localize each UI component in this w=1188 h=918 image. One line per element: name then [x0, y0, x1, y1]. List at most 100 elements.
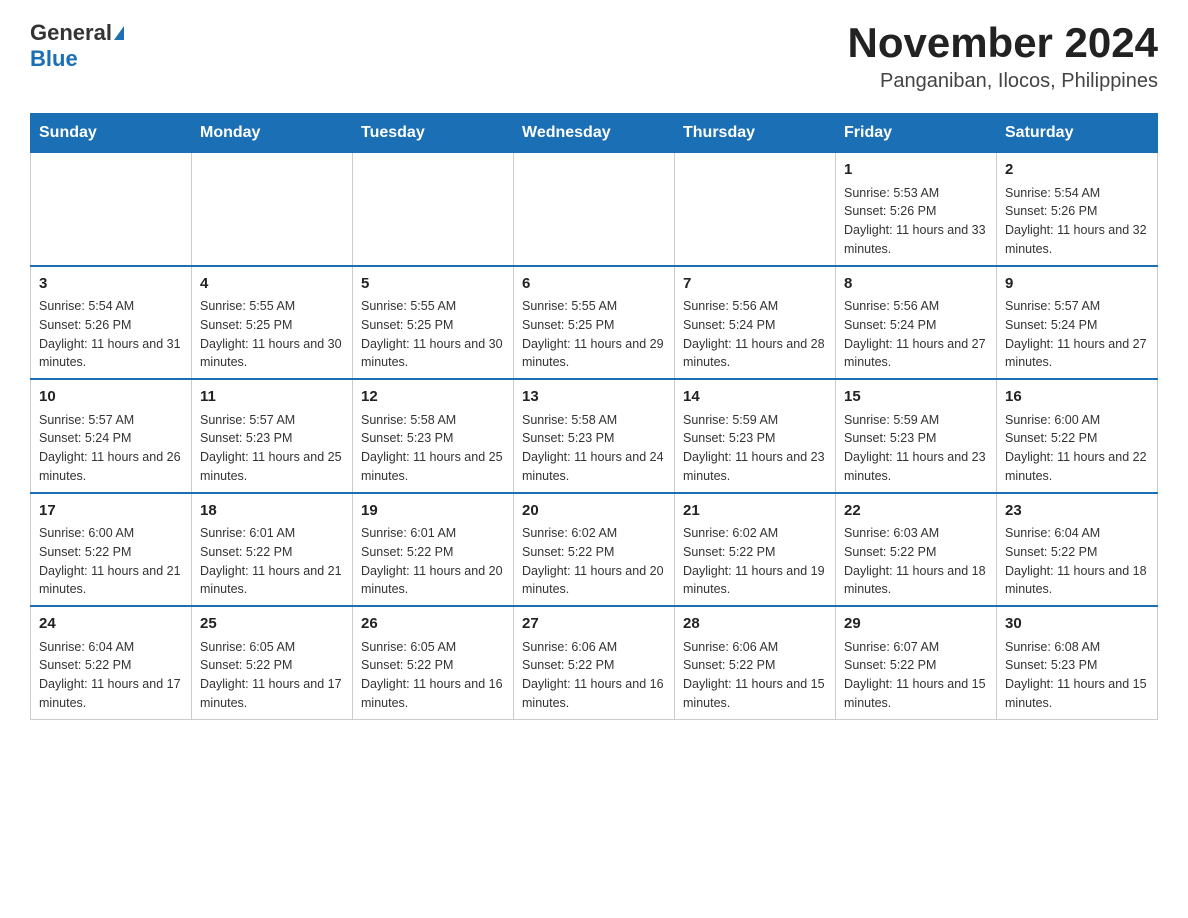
table-row: 4Sunrise: 5:55 AM Sunset: 5:25 PM Daylig… — [192, 266, 353, 380]
day-number: 20 — [522, 500, 666, 523]
day-number: 24 — [39, 613, 183, 636]
day-info: Sunrise: 5:58 AM Sunset: 5:23 PM Dayligh… — [361, 411, 505, 486]
calendar-week-row: 1Sunrise: 5:53 AM Sunset: 5:26 PM Daylig… — [31, 153, 1158, 266]
day-number: 15 — [844, 386, 988, 409]
day-number: 11 — [200, 386, 344, 409]
calendar-table: Sunday Monday Tuesday Wednesday Thursday… — [30, 113, 1158, 720]
table-row: 26Sunrise: 6:05 AM Sunset: 5:22 PM Dayli… — [353, 606, 514, 719]
day-info: Sunrise: 5:58 AM Sunset: 5:23 PM Dayligh… — [522, 411, 666, 486]
day-info: Sunrise: 6:06 AM Sunset: 5:22 PM Dayligh… — [522, 638, 666, 713]
day-info: Sunrise: 6:00 AM Sunset: 5:22 PM Dayligh… — [1005, 411, 1149, 486]
logo-blue-text: Blue — [30, 46, 78, 72]
page-subtitle: Panganiban, Ilocos, Philippines — [847, 70, 1158, 93]
day-info: Sunrise: 6:05 AM Sunset: 5:22 PM Dayligh… — [361, 638, 505, 713]
day-info: Sunrise: 6:04 AM Sunset: 5:22 PM Dayligh… — [1005, 524, 1149, 599]
table-row: 12Sunrise: 5:58 AM Sunset: 5:23 PM Dayli… — [353, 379, 514, 493]
col-saturday: Saturday — [997, 114, 1158, 153]
page-title: November 2024 — [847, 20, 1158, 66]
day-number: 4 — [200, 273, 344, 296]
calendar-header-row: Sunday Monday Tuesday Wednesday Thursday… — [31, 114, 1158, 153]
day-number: 22 — [844, 500, 988, 523]
col-friday: Friday — [836, 114, 997, 153]
table-row — [192, 153, 353, 266]
day-number: 19 — [361, 500, 505, 523]
table-row: 30Sunrise: 6:08 AM Sunset: 5:23 PM Dayli… — [997, 606, 1158, 719]
day-info: Sunrise: 5:55 AM Sunset: 5:25 PM Dayligh… — [361, 297, 505, 372]
table-row: 6Sunrise: 5:55 AM Sunset: 5:25 PM Daylig… — [514, 266, 675, 380]
day-info: Sunrise: 6:03 AM Sunset: 5:22 PM Dayligh… — [844, 524, 988, 599]
table-row: 19Sunrise: 6:01 AM Sunset: 5:22 PM Dayli… — [353, 493, 514, 607]
day-info: Sunrise: 5:56 AM Sunset: 5:24 PM Dayligh… — [844, 297, 988, 372]
day-number: 12 — [361, 386, 505, 409]
table-row: 10Sunrise: 5:57 AM Sunset: 5:24 PM Dayli… — [31, 379, 192, 493]
day-info: Sunrise: 6:01 AM Sunset: 5:22 PM Dayligh… — [200, 524, 344, 599]
col-sunday: Sunday — [31, 114, 192, 153]
calendar-week-row: 24Sunrise: 6:04 AM Sunset: 5:22 PM Dayli… — [31, 606, 1158, 719]
day-number: 16 — [1005, 386, 1149, 409]
day-info: Sunrise: 5:54 AM Sunset: 5:26 PM Dayligh… — [39, 297, 183, 372]
day-number: 13 — [522, 386, 666, 409]
table-row: 27Sunrise: 6:06 AM Sunset: 5:22 PM Dayli… — [514, 606, 675, 719]
page-header: General Blue November 2024 Panganiban, I… — [30, 20, 1158, 93]
table-row: 28Sunrise: 6:06 AM Sunset: 5:22 PM Dayli… — [675, 606, 836, 719]
day-number: 1 — [844, 159, 988, 182]
day-info: Sunrise: 5:57 AM Sunset: 5:24 PM Dayligh… — [1005, 297, 1149, 372]
day-number: 7 — [683, 273, 827, 296]
table-row — [514, 153, 675, 266]
day-info: Sunrise: 6:02 AM Sunset: 5:22 PM Dayligh… — [522, 524, 666, 599]
day-number: 10 — [39, 386, 183, 409]
day-info: Sunrise: 5:56 AM Sunset: 5:24 PM Dayligh… — [683, 297, 827, 372]
table-row: 23Sunrise: 6:04 AM Sunset: 5:22 PM Dayli… — [997, 493, 1158, 607]
day-number: 21 — [683, 500, 827, 523]
day-info: Sunrise: 5:57 AM Sunset: 5:23 PM Dayligh… — [200, 411, 344, 486]
table-row: 20Sunrise: 6:02 AM Sunset: 5:22 PM Dayli… — [514, 493, 675, 607]
col-monday: Monday — [192, 114, 353, 153]
table-row: 7Sunrise: 5:56 AM Sunset: 5:24 PM Daylig… — [675, 266, 836, 380]
day-number: 17 — [39, 500, 183, 523]
logo: General Blue — [30, 20, 124, 72]
day-number: 14 — [683, 386, 827, 409]
calendar-week-row: 17Sunrise: 6:00 AM Sunset: 5:22 PM Dayli… — [31, 493, 1158, 607]
day-number: 23 — [1005, 500, 1149, 523]
day-info: Sunrise: 6:08 AM Sunset: 5:23 PM Dayligh… — [1005, 638, 1149, 713]
table-row: 2Sunrise: 5:54 AM Sunset: 5:26 PM Daylig… — [997, 153, 1158, 266]
day-number: 28 — [683, 613, 827, 636]
day-number: 8 — [844, 273, 988, 296]
table-row: 9Sunrise: 5:57 AM Sunset: 5:24 PM Daylig… — [997, 266, 1158, 380]
col-tuesday: Tuesday — [353, 114, 514, 153]
table-row: 3Sunrise: 5:54 AM Sunset: 5:26 PM Daylig… — [31, 266, 192, 380]
table-row: 25Sunrise: 6:05 AM Sunset: 5:22 PM Dayli… — [192, 606, 353, 719]
table-row: 17Sunrise: 6:00 AM Sunset: 5:22 PM Dayli… — [31, 493, 192, 607]
logo-general-text: General — [30, 20, 112, 46]
day-info: Sunrise: 6:00 AM Sunset: 5:22 PM Dayligh… — [39, 524, 183, 599]
day-number: 6 — [522, 273, 666, 296]
table-row: 13Sunrise: 5:58 AM Sunset: 5:23 PM Dayli… — [514, 379, 675, 493]
calendar-week-row: 3Sunrise: 5:54 AM Sunset: 5:26 PM Daylig… — [31, 266, 1158, 380]
title-area: November 2024 Panganiban, Ilocos, Philip… — [847, 20, 1158, 93]
day-number: 26 — [361, 613, 505, 636]
day-info: Sunrise: 5:55 AM Sunset: 5:25 PM Dayligh… — [200, 297, 344, 372]
calendar-week-row: 10Sunrise: 5:57 AM Sunset: 5:24 PM Dayli… — [31, 379, 1158, 493]
col-thursday: Thursday — [675, 114, 836, 153]
day-number: 2 — [1005, 159, 1149, 182]
table-row — [675, 153, 836, 266]
table-row: 11Sunrise: 5:57 AM Sunset: 5:23 PM Dayli… — [192, 379, 353, 493]
day-info: Sunrise: 5:59 AM Sunset: 5:23 PM Dayligh… — [844, 411, 988, 486]
day-number: 18 — [200, 500, 344, 523]
day-number: 25 — [200, 613, 344, 636]
table-row: 18Sunrise: 6:01 AM Sunset: 5:22 PM Dayli… — [192, 493, 353, 607]
table-row — [31, 153, 192, 266]
day-info: Sunrise: 6:06 AM Sunset: 5:22 PM Dayligh… — [683, 638, 827, 713]
table-row: 14Sunrise: 5:59 AM Sunset: 5:23 PM Dayli… — [675, 379, 836, 493]
table-row — [353, 153, 514, 266]
table-row: 1Sunrise: 5:53 AM Sunset: 5:26 PM Daylig… — [836, 153, 997, 266]
day-number: 5 — [361, 273, 505, 296]
day-info: Sunrise: 6:01 AM Sunset: 5:22 PM Dayligh… — [361, 524, 505, 599]
table-row: 24Sunrise: 6:04 AM Sunset: 5:22 PM Dayli… — [31, 606, 192, 719]
day-info: Sunrise: 6:02 AM Sunset: 5:22 PM Dayligh… — [683, 524, 827, 599]
day-info: Sunrise: 5:53 AM Sunset: 5:26 PM Dayligh… — [844, 184, 988, 259]
day-number: 29 — [844, 613, 988, 636]
day-info: Sunrise: 6:05 AM Sunset: 5:22 PM Dayligh… — [200, 638, 344, 713]
day-number: 9 — [1005, 273, 1149, 296]
table-row: 15Sunrise: 5:59 AM Sunset: 5:23 PM Dayli… — [836, 379, 997, 493]
